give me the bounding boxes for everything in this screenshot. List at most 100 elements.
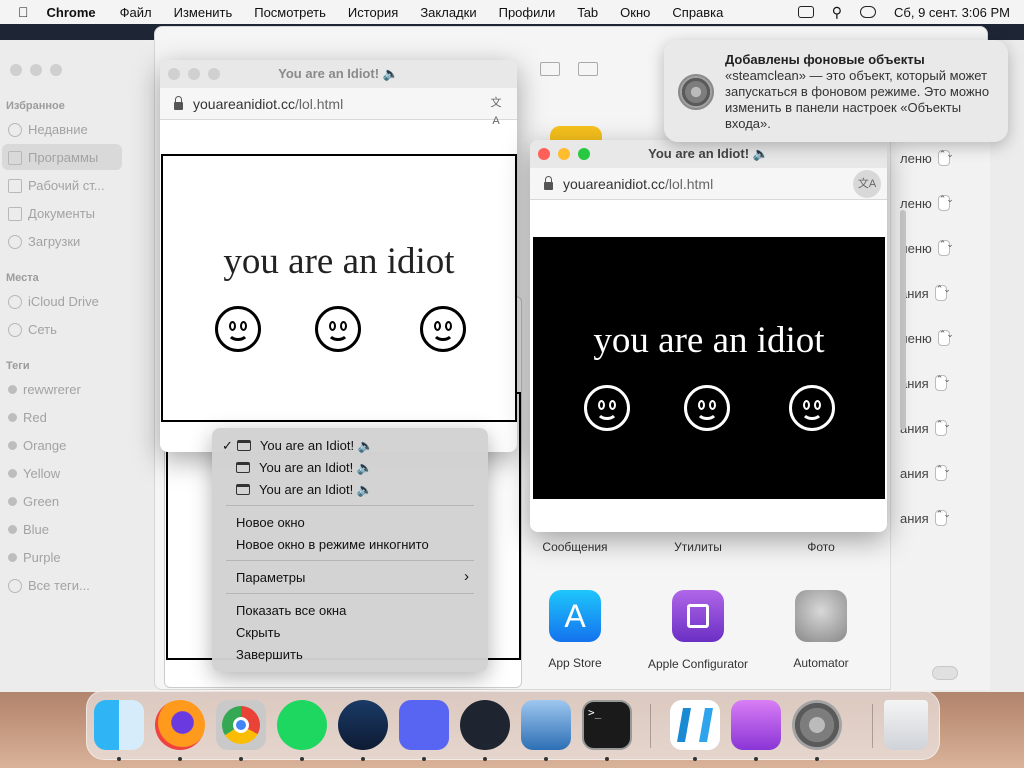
apple-menu-icon[interactable]: : [18, 4, 29, 20]
idiot-text: you are an idiot: [593, 320, 825, 361]
sidebar-item-network[interactable]: Сеть: [8, 322, 57, 337]
address-bar[interactable]: youareanidiot.cc/lol.html 文A: [160, 88, 517, 127]
settings-scrollbar[interactable]: [900, 210, 906, 430]
sidebar-item-applications[interactable]: Программы: [8, 150, 98, 165]
menu-item-window-3[interactable]: You are an Idiot! 🔈: [236, 482, 373, 498]
stepper-control[interactable]: ⌃⌄: [937, 195, 954, 211]
menu-tab[interactable]: Tab: [577, 5, 598, 20]
menu-app-chrome[interactable]: Chrome: [47, 5, 96, 20]
popup-titlebar[interactable]: You are an Idiot! 🔈: [160, 60, 517, 88]
sidebar-tag[interactable]: Purple: [8, 550, 61, 565]
stepper-control[interactable]: ⌃⌄: [934, 285, 951, 301]
screen-mirroring-icon[interactable]: [797, 6, 814, 18]
system-settings-icon[interactable]: [792, 700, 842, 750]
automator-icon[interactable]: [795, 590, 847, 642]
finder-icon[interactable]: [94, 700, 144, 750]
pref-row[interactable]: леню ⌃⌄: [900, 240, 954, 256]
app-label-utilities[interactable]: Утилиты: [643, 540, 753, 554]
desktop-icon: [8, 178, 22, 193]
pref-row[interactable]: леню ⌃⌄: [900, 195, 954, 211]
discord-icon[interactable]: [399, 700, 449, 750]
menu-history[interactable]: История: [348, 5, 398, 20]
translate-icon[interactable]: 文A: [487, 94, 505, 127]
lock-icon[interactable]: [174, 95, 183, 110]
address-bar[interactable]: youareanidiot.cc/lol.html 文A: [530, 168, 887, 200]
stepper-control[interactable]: ⌃⌄: [937, 330, 954, 346]
menu-item-options[interactable]: Параметры: [236, 570, 305, 585]
sidebar-item-desktop[interactable]: Рабочий ст...: [8, 178, 105, 193]
app-label-app-store[interactable]: App Store: [520, 656, 630, 670]
pref-row[interactable]: ания ⌃⌄: [900, 285, 951, 301]
app-label-apple-configurator[interactable]: Apple Configurator: [643, 656, 753, 672]
stepper-control[interactable]: ⌃⌄: [937, 150, 954, 166]
sidebar-tag[interactable]: Yellow: [8, 466, 60, 481]
trash-icon[interactable]: [884, 700, 928, 750]
popup-window-left[interactable]: You are an Idiot! 🔈 youareanidiot.cc/lol…: [160, 60, 517, 452]
menu-item-new-window[interactable]: Новое окно: [236, 515, 305, 530]
app-label-messages[interactable]: Сообщения: [520, 540, 630, 554]
sidebar-item-label: Blue: [23, 522, 50, 537]
smiley-icon: [420, 306, 466, 352]
menu-item-hide[interactable]: Скрыть: [236, 625, 280, 640]
menu-profiles[interactable]: Профили: [499, 5, 556, 20]
pref-row[interactable]: леню ⌃⌄: [900, 330, 954, 346]
stepper-control[interactable]: ⌃⌄: [934, 465, 951, 481]
menu-bookmarks[interactable]: Закладки: [420, 5, 476, 20]
translate-icon[interactable]: 文A: [853, 170, 881, 198]
popup-titlebar[interactable]: You are an Idiot! 🔈: [530, 140, 887, 168]
sidebar-tag[interactable]: Blue: [8, 522, 49, 537]
menu-item-window-1[interactable]: ✓ You are an Idiot! 🔈: [222, 438, 374, 454]
pref-row[interactable]: ания ⌃⌄: [900, 375, 951, 391]
stepper-control[interactable]: ⌃⌄: [934, 420, 951, 436]
obs-icon[interactable]: [460, 700, 510, 750]
pref-row[interactable]: ания ⌃⌄: [900, 510, 951, 526]
menu-window[interactable]: Окно: [620, 5, 650, 20]
view-toggle-icon[interactable]: [540, 62, 560, 76]
notification-banner[interactable]: Добавлены фоновые объекты «steamclean» —…: [664, 40, 1008, 142]
sidebar-tag[interactable]: Orange: [8, 438, 66, 453]
pref-row[interactable]: леню ⌃⌄: [900, 150, 954, 166]
pref-row[interactable]: ания ⌃⌄: [900, 465, 951, 481]
apple-configurator-icon[interactable]: [672, 590, 724, 642]
spotlight-search-icon[interactable]: ⚲: [832, 4, 842, 21]
vscode-icon[interactable]: [670, 700, 720, 750]
spotify-icon[interactable]: [277, 700, 327, 750]
pref-row[interactable]: ания ⌃⌄: [900, 420, 951, 436]
podcasts-icon[interactable]: [731, 700, 781, 750]
tag-dot-icon: [8, 553, 17, 562]
menu-help[interactable]: Справка: [672, 5, 723, 20]
menubar-clock[interactable]: Сб, 9 сент. 3:06 PM: [894, 5, 1010, 20]
lock-icon[interactable]: [544, 175, 553, 190]
sidebar-item-downloads[interactable]: Загрузки: [8, 234, 80, 249]
running-indicator: [483, 757, 487, 761]
sidebar-tag[interactable]: Green: [8, 494, 59, 509]
popup-window-right[interactable]: You are an Idiot! 🔈 youareanidiot.cc/lol…: [530, 140, 887, 532]
steam-icon[interactable]: [338, 700, 388, 750]
sidebar-tag[interactable]: rewwrerer: [8, 382, 81, 397]
sidebar-all-tags[interactable]: Все теги...: [8, 578, 90, 593]
app-label-automator[interactable]: Automator: [766, 656, 876, 670]
chrome-icon[interactable]: [216, 700, 266, 750]
sidebar-item-documents[interactable]: Документы: [8, 206, 95, 221]
sidebar-tag[interactable]: Red: [8, 410, 47, 425]
terminal-icon[interactable]: >_: [582, 700, 632, 750]
menu-view[interactable]: Посмотреть: [254, 5, 326, 20]
menu-file[interactable]: Файл: [120, 5, 152, 20]
virtualbox-icon[interactable]: [521, 700, 571, 750]
menu-item-quit[interactable]: Завершить: [236, 647, 303, 662]
sidebar-item-icloud[interactable]: iCloud Drive: [8, 294, 99, 309]
menu-item-window-2[interactable]: You are an Idiot! 🔈: [236, 460, 373, 476]
menu-edit[interactable]: Изменить: [174, 5, 233, 20]
gallery-view-icon[interactable]: [578, 62, 598, 76]
menu-item-new-incognito[interactable]: Новое окно в режиме инкогнито: [236, 537, 429, 552]
sidebar-item-recents[interactable]: Недавние: [8, 122, 88, 137]
toggle-switch[interactable]: [932, 666, 958, 680]
control-center-icon[interactable]: [860, 6, 877, 18]
menu-item-show-all-windows[interactable]: Показать все окна: [236, 603, 346, 618]
firefox-icon[interactable]: [155, 700, 205, 750]
stepper-control[interactable]: ⌃⌄: [934, 510, 951, 526]
stepper-control[interactable]: ⌃⌄: [934, 375, 951, 391]
stepper-control[interactable]: ⌃⌄: [937, 240, 954, 256]
app-label-photos[interactable]: Фото: [766, 540, 876, 554]
app-store-icon[interactable]: A: [549, 590, 601, 642]
